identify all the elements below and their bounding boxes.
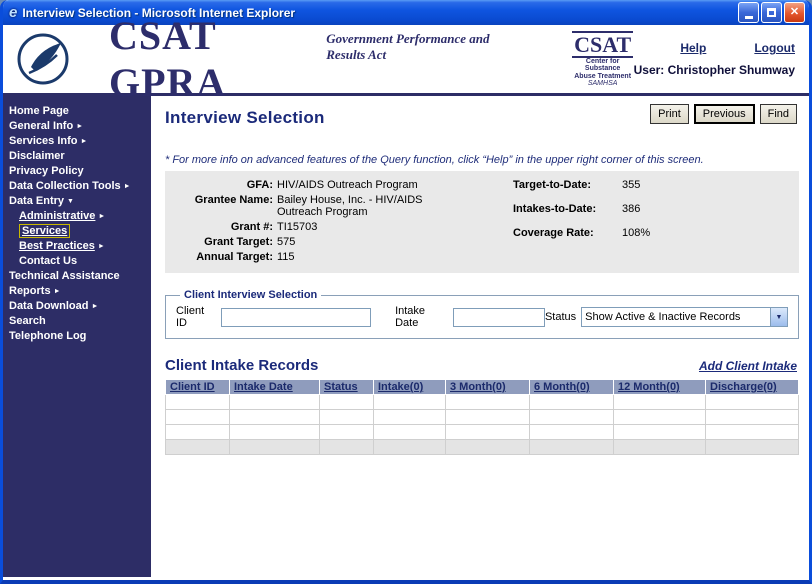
column-header-status[interactable]: Status [320,380,374,395]
grant-target-value: 575 [277,236,467,248]
intake-date-input[interactable] [453,308,545,327]
submenu-arrow-icon: ► [98,243,105,250]
internet-explorer-icon: e [9,5,17,20]
sidebar-item-search[interactable]: Search [3,314,151,329]
sidebar-item-home-page[interactable]: Home Page [3,104,151,119]
sidebar-item-technical-assistance[interactable]: Technical Assistance [3,269,151,284]
brand-name: CSAT GPRA [109,12,314,106]
sidebar-item-data-collection-tools[interactable]: Data Collection Tools► [3,179,151,194]
status-select[interactable]: Show Active & Inactive Records ▼ [581,307,788,327]
table-row [166,440,799,455]
annual-target-label: Annual Target: [165,251,273,263]
submenu-arrow-icon: ► [91,303,98,310]
filter-legend: Client Interview Selection [180,289,321,301]
table-row [166,395,799,410]
sidebar-item-best-practices[interactable]: Best Practices► [3,239,151,254]
csat-seal-acronym: CSAT [572,31,633,58]
sidebar-item-contact-us[interactable]: Contact Us [3,254,151,269]
hhs-logo [17,33,69,85]
target-to-date-value: 355 [622,179,672,191]
sidebar-item-telephone-log[interactable]: Telephone Log [3,329,151,344]
intakes-to-date-label: Intakes-to-Date: [513,203,618,215]
app-header: CSAT GPRA Government Performance and Res… [3,25,809,96]
intakes-to-date-value: 386 [622,203,672,215]
sidebar-item-data-entry[interactable]: Data Entry▼ [3,194,151,209]
column-header-6-month[interactable]: 6 Month(0) [530,380,614,395]
csat-seal-line2: Abuse Treatment [572,73,634,80]
intake-date-label: Intake Date [395,305,448,329]
column-header-client-id[interactable]: Client ID [166,380,230,395]
add-client-intake-link[interactable]: Add Client Intake [699,359,797,373]
minimize-icon [745,16,753,19]
logout-link[interactable]: Logout [754,41,795,55]
minimize-button[interactable] [738,2,759,23]
grant-number-label: Grant #: [165,221,273,233]
column-header-3-month[interactable]: 3 Month(0) [446,380,530,395]
coverage-rate-value: 108% [622,227,672,239]
expanded-arrow-icon: ▼ [67,198,74,205]
grant-target-label: Grant Target: [165,236,273,248]
table-row [166,425,799,440]
sidebar-item-privacy-policy[interactable]: Privacy Policy [3,164,151,179]
table-header-row: Client ID Intake Date Status Intake(0) 3… [166,380,799,395]
submenu-arrow-icon: ► [124,183,131,190]
column-header-discharge[interactable]: Discharge(0) [706,380,799,395]
client-id-label: Client ID [176,305,216,329]
grantee-name-value: Bailey House, Inc. - HIV/AIDS Outreach P… [277,194,467,218]
user-label: User: Christopher Shumway [634,63,795,77]
find-button[interactable]: Find [760,104,797,124]
client-interview-selection-fieldset: Client Interview Selection Client ID Int… [165,289,799,339]
gfa-value: HIV/AIDS Outreach Program [277,179,467,191]
csat-seal-line1: Center for Substance [572,58,634,73]
grant-info-panel: GFA: HIV/AIDS Outreach Program Grantee N… [165,171,799,273]
status-selected-value: Show Active & Inactive Records [582,311,770,323]
help-link[interactable]: Help [680,41,706,55]
csat-seal-samhsa: SAMHSA [572,80,634,87]
print-button[interactable]: Print [650,104,689,124]
browser-window: e Interview Selection - Microsoft Intern… [0,0,812,584]
sidebar-item-disclaimer[interactable]: Disclaimer [3,149,151,164]
column-header-intake-date[interactable]: Intake Date [230,380,320,395]
grantee-name-label: Grantee Name: [165,194,273,218]
column-header-intake[interactable]: Intake(0) [374,380,446,395]
sidebar-item-services-info[interactable]: Services Info► [3,134,151,149]
sidebar-nav: Home Page General Info► Services Info► D… [3,96,151,577]
submenu-arrow-icon: ► [80,138,87,145]
sidebar-item-administrative[interactable]: Administrative► [3,209,151,224]
brand-tagline: Government Performance and Results Act [326,31,523,63]
close-button[interactable]: ✕ [784,2,805,23]
records-heading: Client Intake Records [165,357,318,374]
sidebar-item-reports[interactable]: Reports► [3,284,151,299]
help-note: * For more info on advanced features of … [165,154,799,166]
brand-block: CSAT GPRA Government Performance and Res… [109,12,524,106]
client-intake-table: Client ID Intake Date Status Intake(0) 3… [165,379,799,455]
table-row [166,410,799,425]
column-header-12-month[interactable]: 12 Month(0) [614,380,706,395]
submenu-arrow-icon: ► [76,123,83,130]
main-content: Interview Selection Print Previous Find … [151,96,809,577]
annual-target-value: 115 [277,251,467,263]
status-label: Status [545,311,576,323]
chevron-down-icon: ▼ [770,308,787,326]
client-id-input[interactable] [221,308,371,327]
grant-number-value: TI15703 [277,221,467,233]
gfa-label: GFA: [165,179,273,191]
sidebar-item-data-download[interactable]: Data Download► [3,299,151,314]
toolbar: Print Previous Find [650,104,797,124]
submenu-arrow-icon: ► [54,288,61,295]
maximize-icon [767,8,776,17]
sidebar-item-services[interactable]: Services [3,224,151,239]
previous-button[interactable]: Previous [694,104,755,124]
maximize-button[interactable] [761,2,782,23]
target-to-date-label: Target-to-Date: [513,179,618,191]
sidebar-item-general-info[interactable]: General Info► [3,119,151,134]
submenu-arrow-icon: ► [98,213,105,220]
coverage-rate-label: Coverage Rate: [513,227,618,239]
csat-seal: CSAT Center for Substance Abuse Treatmen… [572,31,634,87]
